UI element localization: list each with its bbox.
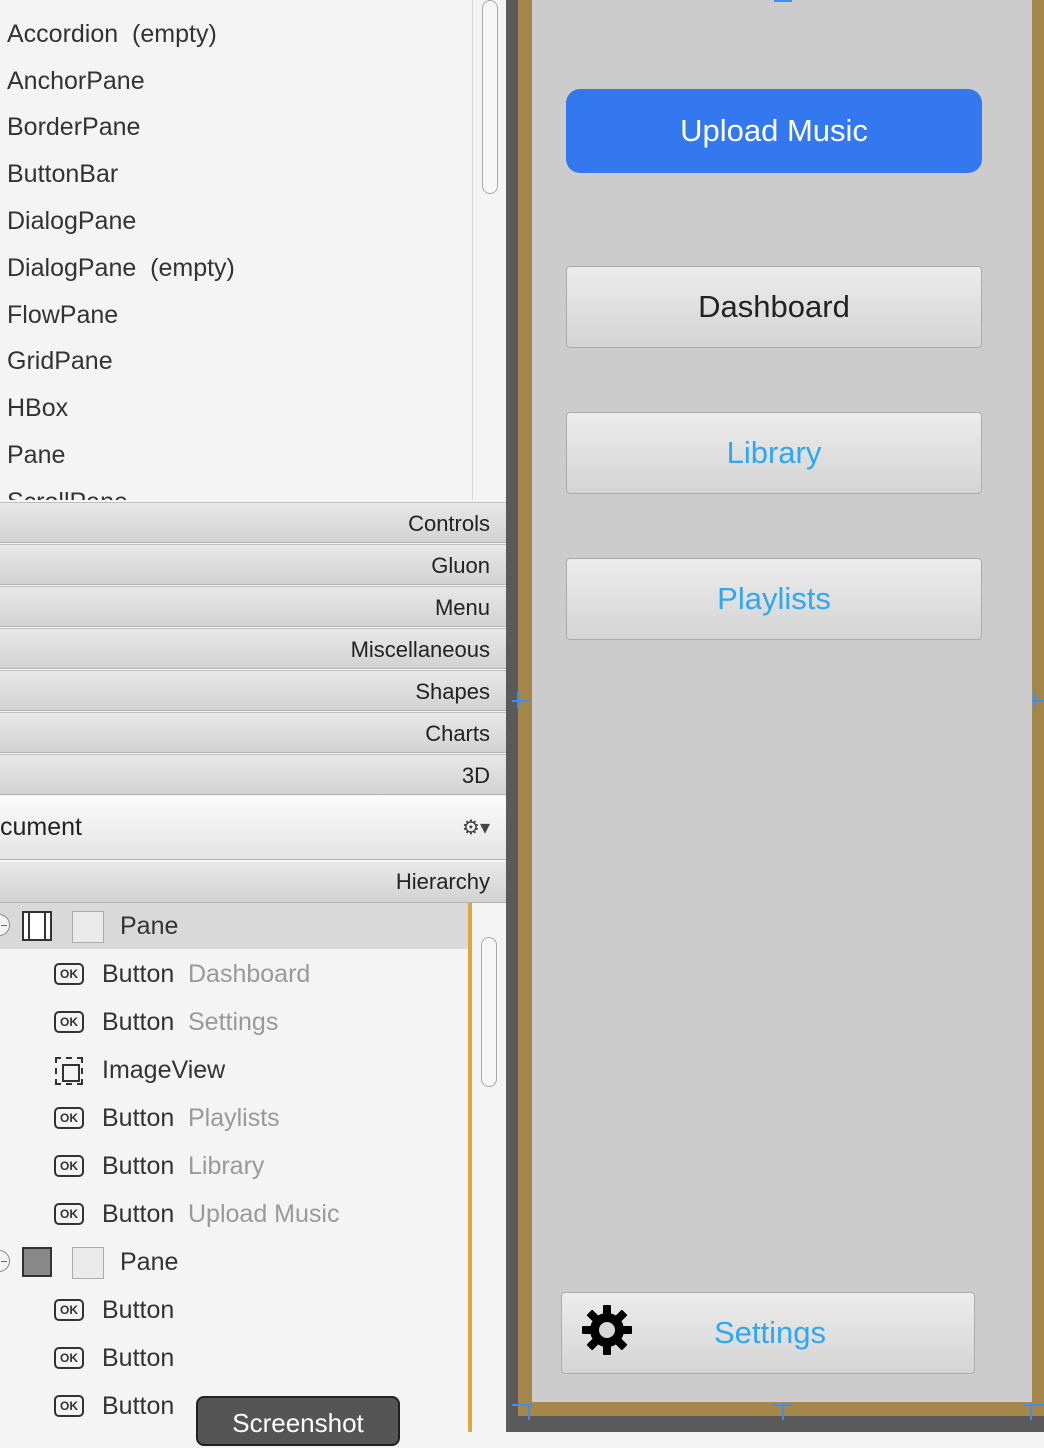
- library-item[interactable]: AnchorPane: [7, 67, 145, 96]
- library-item[interactable]: DialogPane (empty): [7, 254, 235, 283]
- tree-node-type: Button: [102, 1104, 175, 1132]
- tree-row[interactable]: OK Button Dashboard: [0, 951, 468, 997]
- category-label: Gluon: [431, 553, 490, 578]
- dashboard-button[interactable]: Dashboard: [566, 266, 982, 348]
- upload-music-button[interactable]: Upload Music: [566, 89, 982, 173]
- hierarchy-label: Hierarchy: [395, 869, 490, 894]
- hierarchy-scrollbar[interactable]: [472, 903, 506, 1432]
- library-list: Accordion (empty) AnchorPane BorderPane …: [0, 0, 472, 500]
- tree-row[interactable]: OK Button Settings: [0, 999, 468, 1045]
- tree-row[interactable]: OK Button Library: [0, 1143, 468, 1189]
- tree-node-text: Playlists: [188, 1104, 280, 1132]
- category-3d[interactable]: 3D: [0, 754, 506, 795]
- library-item[interactable]: FlowPane: [7, 301, 118, 330]
- document-title: cument: [0, 813, 82, 841]
- tree-node-type: Pane: [120, 912, 179, 940]
- tree-node-text: Upload Music: [188, 1200, 340, 1228]
- library-item[interactable]: BorderPane: [7, 113, 140, 142]
- pane-icon: [22, 1247, 52, 1277]
- selection-guide: [528, 1404, 530, 1420]
- tree-node-text: Dashboard: [188, 960, 311, 988]
- gear-icon: [582, 1305, 632, 1355]
- hierarchy-header[interactable]: Hierarchy: [0, 862, 506, 903]
- library-scrollbar[interactable]: [472, 0, 507, 500]
- tree-node-type: Button: [102, 1200, 175, 1228]
- tree-node-type: Pane: [120, 1248, 179, 1276]
- ok-button-icon: OK: [54, 1347, 84, 1369]
- library-item[interactable]: ScrollPane: [7, 488, 128, 500]
- hierarchy-scroll-thumb[interactable]: [481, 937, 497, 1087]
- gear-icon[interactable]: ⚙▾: [462, 815, 490, 840]
- selection-guide: [517, 692, 519, 708]
- library-item[interactable]: Pane: [7, 441, 65, 470]
- ok-button-icon: OK: [54, 1011, 84, 1033]
- category-label: Controls: [408, 511, 490, 536]
- selection-guide: [1024, 1404, 1044, 1406]
- selection-guide: [782, 1404, 784, 1420]
- tree-row[interactable]: OK Button: [0, 1287, 468, 1333]
- selection-guide: [1030, 1404, 1032, 1420]
- tree-row-pane[interactable]: Pane: [0, 903, 468, 949]
- collapse-icon[interactable]: [0, 914, 10, 936]
- ok-button-icon: OK: [54, 963, 84, 985]
- pane-icon: [22, 911, 52, 941]
- category-gluon[interactable]: Gluon: [0, 544, 506, 585]
- category-miscellaneous[interactable]: Miscellaneous: [0, 628, 506, 669]
- hierarchy-tree: Pane OK Button Dashboard OK Button Setti…: [0, 903, 468, 1432]
- tree-node-type: Button: [102, 1296, 175, 1324]
- ok-button-icon: OK: [54, 1299, 84, 1321]
- library-item[interactable]: GridPane: [7, 347, 113, 376]
- playlists-button[interactable]: Playlists: [566, 558, 982, 640]
- collapse-icon[interactable]: [0, 1250, 10, 1272]
- category-charts[interactable]: Charts: [0, 712, 506, 753]
- category-label: Charts: [425, 721, 490, 746]
- library-item[interactable]: Accordion (empty): [7, 20, 217, 49]
- ok-button-icon: OK: [54, 1155, 84, 1177]
- canvas-pane[interactable]: [532, 0, 1032, 1402]
- tree-node-type: Button: [102, 960, 175, 988]
- tree-row[interactable]: ImageView: [0, 1047, 468, 1093]
- category-controls[interactable]: Controls: [0, 502, 506, 543]
- category-menu[interactable]: Menu: [0, 586, 506, 627]
- tree-node-type: Button: [102, 1152, 175, 1180]
- library-item[interactable]: ButtonBar: [7, 160, 118, 189]
- library-scroll-thumb[interactable]: [482, 0, 498, 194]
- pane-swatch-icon: [72, 1247, 104, 1279]
- tree-row[interactable]: OK Button: [0, 1335, 468, 1381]
- tree-node-type: ImageView: [102, 1056, 226, 1084]
- library-button[interactable]: Library: [566, 412, 982, 494]
- tree-row[interactable]: OK Button Playlists: [0, 1095, 468, 1141]
- pane-swatch-icon: [72, 911, 104, 943]
- category-label: Shapes: [415, 679, 490, 704]
- settings-label: Settings: [714, 1315, 827, 1350]
- category-label: Menu: [434, 595, 490, 620]
- tree-row-pane[interactable]: Pane: [0, 1239, 468, 1285]
- category-label: Miscellaneous: [350, 637, 490, 662]
- tree-row[interactable]: OK Button Upload Music: [0, 1191, 468, 1237]
- document-header[interactable]: cument ⚙▾: [0, 796, 506, 860]
- tree-node-text: Settings: [188, 1008, 279, 1036]
- tree-node-type: Button: [102, 1008, 175, 1036]
- settings-button[interactable]: Settings: [561, 1292, 975, 1374]
- category-label: 3D: [461, 763, 490, 788]
- imageview-icon: [55, 1057, 83, 1085]
- tree-node-text: Library: [188, 1152, 265, 1180]
- selection-guide: [1034, 692, 1036, 708]
- tree-node-type: Button: [102, 1392, 175, 1420]
- library-item[interactable]: DialogPane: [7, 207, 136, 236]
- ok-button-icon: OK: [54, 1395, 84, 1417]
- selection-guide: [774, 0, 792, 2]
- ok-button-icon: OK: [54, 1203, 84, 1225]
- category-shapes[interactable]: Shapes: [0, 670, 506, 711]
- tree-node-type: Button: [102, 1344, 175, 1372]
- ok-button-icon: OK: [54, 1107, 84, 1129]
- selection-guide: [512, 700, 530, 702]
- library-item[interactable]: HBox: [7, 394, 68, 423]
- screenshot-button[interactable]: Screenshot: [196, 1396, 400, 1446]
